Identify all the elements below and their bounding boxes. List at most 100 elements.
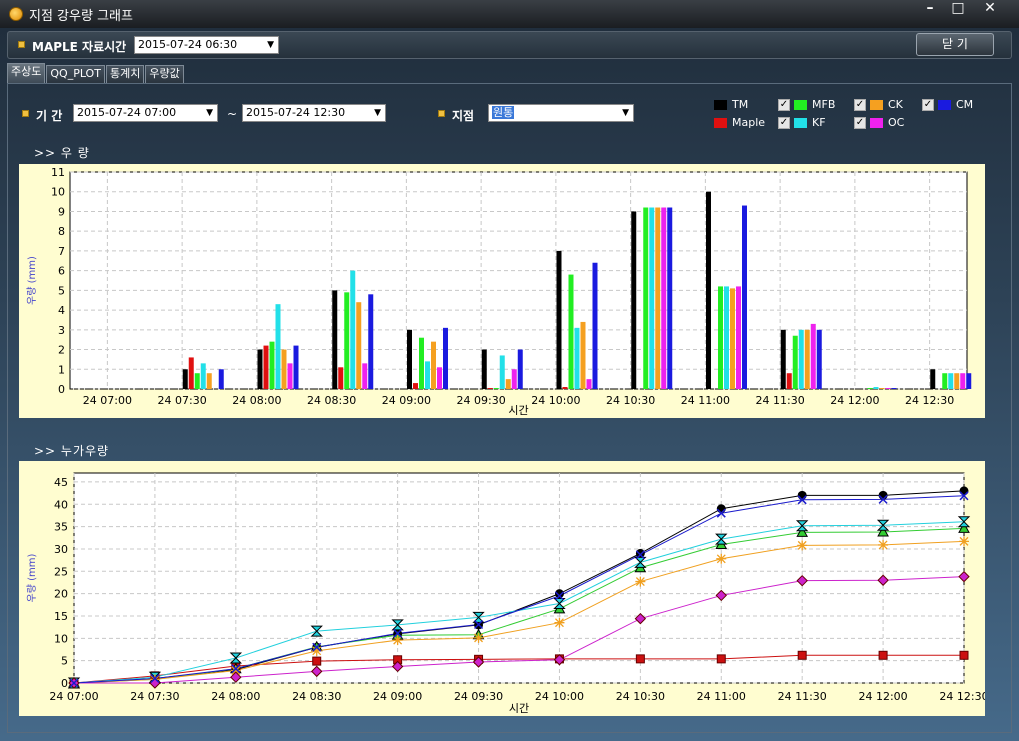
- bar-mfb: [194, 373, 200, 389]
- end-time-value: 2015-07-24 12:30: [246, 106, 346, 119]
- bar-oc: [586, 379, 592, 389]
- point-ck: [473, 632, 484, 643]
- bar-cm: [293, 345, 299, 389]
- bar-tm: [332, 290, 338, 389]
- x-tick-label: 24 09:30: [454, 690, 503, 703]
- x-tick-label: 24 07:00: [83, 394, 132, 407]
- bar-tm: [780, 329, 786, 389]
- maximize-icon[interactable]: □: [944, 0, 972, 18]
- legend-label: KF: [812, 116, 826, 129]
- point-maple: [797, 650, 807, 660]
- x-tick-label: 24 09:00: [382, 394, 431, 407]
- maple-time-label: MAPLE 자료시간: [32, 40, 127, 54]
- legend-label: CK: [888, 98, 903, 111]
- bar-oc: [511, 369, 517, 389]
- legend-swatch: [794, 117, 807, 128]
- bar-ck: [281, 349, 287, 389]
- legend-checkbox[interactable]: ✓: [854, 98, 866, 111]
- maple-time-value: 2015-07-24 06:30: [138, 38, 238, 51]
- point-ck: [716, 553, 727, 564]
- y-tick-label: 3: [58, 324, 65, 337]
- bar-tm: [706, 191, 711, 389]
- legend-item-kf[interactable]: ✓ KF: [778, 116, 826, 129]
- bar-maple: [413, 383, 418, 389]
- bar-kf: [574, 327, 580, 389]
- chevron-down-icon: ▼: [206, 108, 213, 118]
- y-tick-label: 20: [54, 588, 68, 601]
- chevron-down-icon: ▼: [622, 108, 629, 118]
- legend-item-maple: Maple: [714, 116, 765, 129]
- point-ck: [878, 539, 889, 550]
- bar-tm: [407, 329, 412, 389]
- x-tick-label: 24 08:00: [211, 690, 260, 703]
- y-tick-label: 35: [54, 521, 68, 534]
- x-tick-label: 24 12:00: [858, 690, 907, 703]
- tab-rainfall-values[interactable]: 우량값: [145, 65, 184, 83]
- y-tick-label: 0: [61, 677, 68, 690]
- bar-tm: [930, 369, 936, 389]
- point-ck: [635, 576, 646, 587]
- x-tick-label: 24 12:30: [939, 690, 985, 703]
- bullet-icon: [438, 110, 445, 117]
- bar-oc: [960, 373, 966, 389]
- minimize-icon[interactable]: –: [916, 0, 944, 18]
- bar-cm: [667, 207, 673, 389]
- bar-cm: [966, 373, 972, 389]
- y-tick-label: 40: [54, 498, 68, 511]
- bar-ck: [879, 388, 885, 389]
- legend-checkbox[interactable]: ✓: [854, 116, 866, 129]
- close-window-icon[interactable]: ✕: [976, 0, 1004, 18]
- maple-time-select[interactable]: 2015-07-24 06:30 ▼: [134, 36, 279, 54]
- bar-kf: [798, 329, 804, 389]
- bar-oc: [661, 207, 667, 389]
- rain-bar-chart: 0 1 2 3 4 5 6 7 8 9 10 11 24 07:00 24 07:30 24 08:00 24…: [19, 164, 985, 418]
- legend-item-mfb[interactable]: ✓ MFB: [778, 98, 835, 111]
- legend-item-oc[interactable]: ✓ OC: [854, 116, 904, 129]
- start-time-value: 2015-07-24 07:00: [77, 106, 177, 119]
- y-tick-label: 7: [58, 245, 65, 258]
- bar-kf: [350, 270, 356, 389]
- point-tm: [635, 548, 645, 558]
- legend-checkbox[interactable]: ✓: [922, 98, 934, 111]
- y-tick-label: 6: [58, 265, 65, 278]
- legend-checkbox[interactable]: ✓: [778, 116, 790, 129]
- bar-ck: [655, 207, 661, 389]
- x-tick-label: 24 11:30: [778, 690, 827, 703]
- window-title: 지점 강우량 그래프: [29, 8, 133, 24]
- cumulative-line-chart-svg: 0 5 10 15 20 25 30 35 40 45 24 07:00 24 07:30 24 08:…: [26, 472, 989, 715]
- bar-kf: [948, 373, 954, 389]
- tab-histogram[interactable]: 주상도: [7, 63, 46, 83]
- x-tick-label: 24 10:30: [616, 690, 665, 703]
- tab-qq-plot[interactable]: QQ_PLOT: [46, 65, 105, 83]
- start-time-select[interactable]: 2015-07-24 07:00 ▼: [73, 104, 218, 122]
- end-time-select[interactable]: 2015-07-24 12:30 ▼: [242, 104, 386, 122]
- bar-cm: [742, 205, 747, 389]
- bar-kf: [275, 304, 281, 389]
- y-tick-label: 1: [58, 363, 65, 376]
- legend-checkbox[interactable]: ✓: [778, 98, 790, 111]
- legend-swatch: [714, 117, 727, 128]
- bar-oc: [362, 363, 368, 389]
- y-tick-label: 30: [54, 543, 68, 556]
- bar-ck: [356, 302, 362, 389]
- close-button[interactable]: 닫 기: [916, 33, 994, 56]
- legend-swatch: [938, 99, 951, 110]
- bar-oc: [736, 286, 741, 389]
- legend-item-ck[interactable]: ✓ CK: [854, 98, 903, 111]
- y-tick-label: 15: [54, 610, 68, 623]
- point-maple: [716, 654, 726, 664]
- y-tick-label: 11: [51, 166, 65, 179]
- station-select[interactable]: 원통 ▼: [488, 104, 634, 122]
- tab-statistics[interactable]: 통계치: [105, 65, 145, 83]
- bar-kf: [649, 207, 655, 389]
- bar-tm: [182, 369, 188, 389]
- bar-mfb: [867, 388, 873, 389]
- legend-item-cm[interactable]: ✓ CM: [922, 98, 973, 111]
- y-tick-label: 25: [54, 565, 68, 578]
- bar-maple: [263, 345, 269, 389]
- bar-mfb: [419, 337, 424, 389]
- station-label: 지점: [452, 109, 475, 123]
- y-tick-label: 45: [54, 476, 68, 489]
- cumulative-line-chart: 0 5 10 15 20 25 30 35 40 45 24 07:00 24 07:30 24 08:…: [19, 461, 989, 716]
- y-tick-label: 10: [54, 632, 68, 645]
